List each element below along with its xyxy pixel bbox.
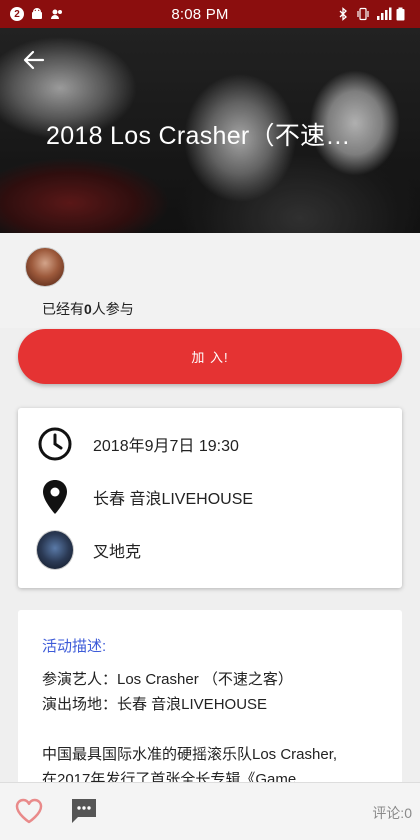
contacts-icon [50,7,64,21]
participants-count-text: 已经有0人参与 [42,299,134,319]
participant-avatar[interactable] [25,247,65,287]
organizer-avatar-wrap [36,530,74,570]
event-info-card: 2018年9月7日 19:30 长春 音浪LIVEHOUSE 叉地克 [18,408,402,588]
signal-icon [376,7,392,21]
join-button[interactable]: 加 入! [18,329,402,384]
status-right-icons [270,7,420,21]
status-time: 8:08 PM [171,5,229,23]
back-arrow-icon [23,50,45,70]
participants-prefix: 已经有 [42,301,84,317]
comment-icon [72,799,96,823]
heart-icon [15,798,43,824]
like-button[interactable] [14,797,44,825]
location-pin-icon [36,478,74,516]
description-line: 演出场地：长春 音浪LIVEHOUSE [42,696,268,713]
event-title: 2018 Los Crasher（不速… [46,122,351,150]
android-icon [30,7,44,21]
status-left-icons: 2 [0,7,150,21]
back-button[interactable] [20,46,48,74]
organizer-name: 叉地克 [93,544,142,561]
comment-count: 评论:0 [372,805,412,821]
location-row[interactable]: 长春 音浪LIVEHOUSE [18,477,402,517]
description-card: 活动描述: 参演艺人：Los Crasher （不速之客） 演出场地：长春 音浪… [18,610,402,810]
vibrate-icon [356,7,370,21]
participants-suffix: 人参与 [91,301,134,317]
notification-count-badge: 2 [10,7,24,21]
description-line: 中国最具国际水准的硬摇滚乐队Los Crasher, [42,746,338,763]
bottom-action-bar: 评论:0 [0,782,420,840]
description-title: 活动描述: [42,638,107,655]
comment-button[interactable] [70,797,98,825]
battery-icon [396,7,410,21]
bluetooth-icon [336,7,350,21]
event-datetime: 2018年9月7日 19:30 [93,438,239,455]
event-location: 长春 音浪LIVEHOUSE [93,491,254,508]
participants-count: 0 [84,301,92,317]
status-bar: 2 8:08 PM [0,0,420,28]
event-banner-image: 2018 Los Crasher（不速… [0,28,420,233]
clock-icon [36,425,74,463]
description-line: 参演艺人：Los Crasher （不速之客） [42,671,293,688]
participants-section: 已经有0人参与 [0,233,420,328]
datetime-row: 2018年9月7日 19:30 [18,424,402,464]
organizer-avatar [36,530,74,570]
organizer-row[interactable]: 叉地克 [18,530,402,570]
